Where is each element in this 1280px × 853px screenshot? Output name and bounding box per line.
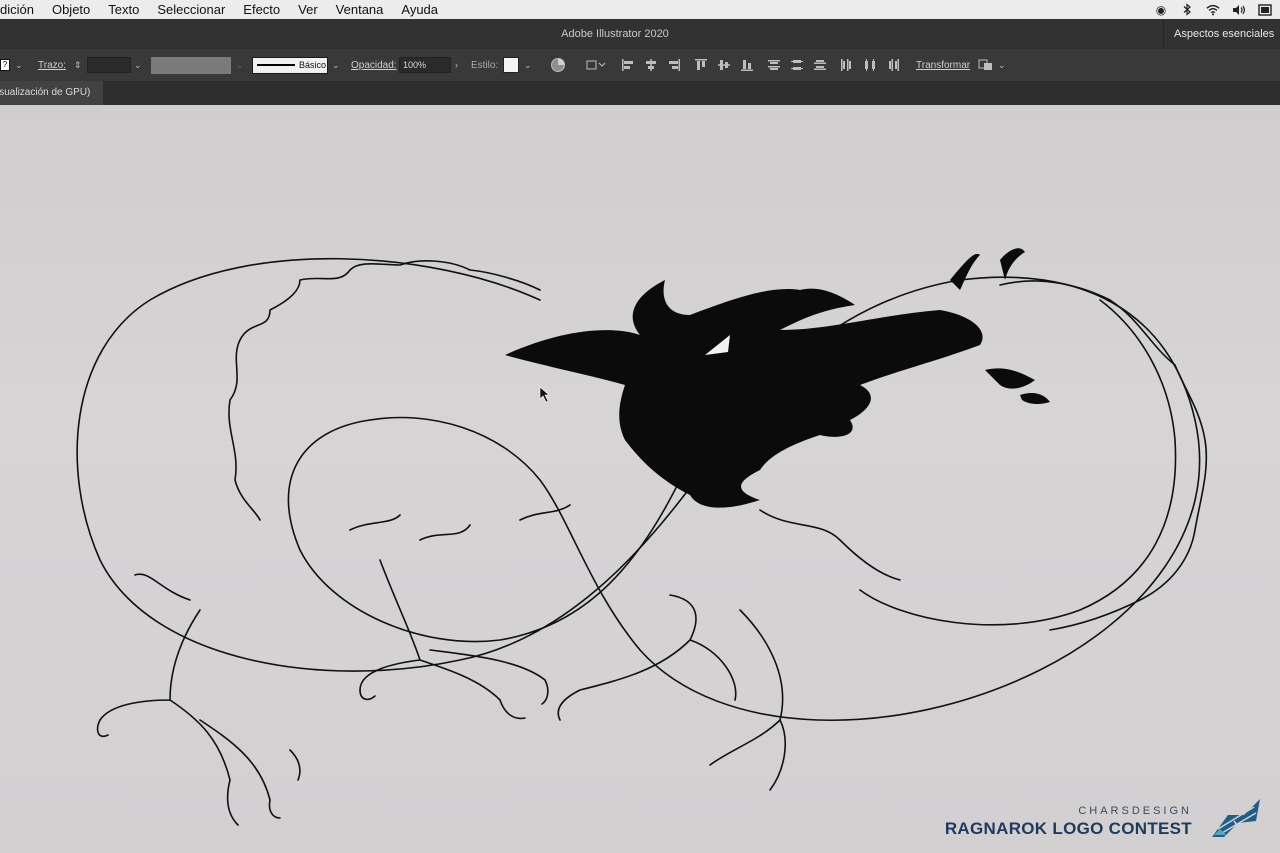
dragon-body-inner-loop xyxy=(287,419,681,643)
menu-bar: dición Objeto Texto Seleccionar Efecto V… xyxy=(0,0,1280,19)
align-horizontal-center-icon[interactable] xyxy=(644,49,658,81)
dragon-front-left-claws xyxy=(96,719,301,826)
dragon-far-rear-leg xyxy=(709,609,786,791)
document-tab[interactable]: isualización de GPU) xyxy=(0,81,103,105)
panel-menu-chevron-icon[interactable]: ⌄ xyxy=(998,49,1006,81)
menu-ventana[interactable]: Ventana xyxy=(336,2,384,17)
window-title: Adobe Illustrator 2020 xyxy=(561,28,669,40)
contest-branding: CHARSDESIGN RAGNAROK LOGO CONTEST xyxy=(945,805,1192,839)
dragon-middle-claws xyxy=(359,679,549,720)
align-top-icon[interactable] xyxy=(694,49,708,81)
style-label: Estilo: xyxy=(471,59,499,71)
dragon-middle-leg xyxy=(359,559,546,701)
bluetooth-icon[interactable] xyxy=(1180,3,1194,16)
align-left-icon[interactable] xyxy=(621,49,635,81)
workspace-switcher[interactable]: Aspectos esenciales xyxy=(1163,19,1280,49)
dragon-left-flames xyxy=(228,339,261,521)
artboard-canvas[interactable]: CHARSDESIGN RAGNAROK LOGO CONTEST xyxy=(0,105,1280,853)
opacity-label[interactable]: Opacidad: xyxy=(351,49,397,81)
brush-chevron-icon[interactable]: ⌄ xyxy=(332,49,340,81)
brush-definition-field[interactable]: Básico xyxy=(252,56,328,74)
menu-edicion[interactable]: dición xyxy=(0,2,34,17)
app-title-bar: Adobe Illustrator 2020 Aspectos esencial… xyxy=(0,19,1280,49)
menu-ayuda[interactable]: Ayuda xyxy=(401,2,438,17)
dragon-artwork[interactable] xyxy=(0,105,1280,853)
distribute-bottom-icon[interactable] xyxy=(813,49,827,81)
distribute-left-icon[interactable] xyxy=(840,49,854,81)
distribute-horizontal-center-icon[interactable] xyxy=(863,49,877,81)
stroke-label[interactable]: Trazo: xyxy=(38,49,66,81)
menu-efecto[interactable]: Efecto xyxy=(243,2,280,17)
brand-title: RAGNAROK LOGO CONTEST xyxy=(944,819,1192,838)
menu-ver[interactable]: Ver xyxy=(298,2,318,17)
align-right-icon[interactable] xyxy=(667,49,681,81)
opacity-field[interactable]: 100% xyxy=(399,57,451,73)
variable-width-profile[interactable] xyxy=(151,56,231,74)
stroke-weight-field[interactable] xyxy=(87,57,131,73)
document-tab-label: isualización de GPU) xyxy=(0,87,91,98)
dragon-belly-flames xyxy=(759,509,901,581)
transform-link[interactable]: Transformar xyxy=(916,49,970,81)
style-chevron-icon[interactable]: ⌄ xyxy=(524,49,532,81)
document-tab-bar: isualización de GPU) xyxy=(0,81,1280,105)
stroke-stepper-icon[interactable]: ⇕ xyxy=(74,49,82,81)
dragon-tail-spikes xyxy=(349,504,571,541)
align-bottom-icon[interactable] xyxy=(740,49,754,81)
distribute-top-icon[interactable] xyxy=(767,49,781,81)
distribute-right-icon[interactable] xyxy=(886,49,900,81)
brush-stroke-preview xyxy=(257,64,295,66)
menu-objeto[interactable]: Objeto xyxy=(52,2,90,17)
charsdesign-logo-icon xyxy=(1212,799,1260,837)
dragon-back-flames xyxy=(239,260,541,341)
profile-chevron-icon[interactable]: ⌄ xyxy=(236,49,244,81)
align-vertical-center-icon[interactable] xyxy=(717,49,731,81)
brush-label: Básico xyxy=(299,60,327,70)
brand-subtitle: CHARSDESIGN xyxy=(1078,805,1192,817)
display-icon[interactable] xyxy=(1258,3,1272,16)
wifi-icon[interactable] xyxy=(1206,4,1220,16)
mouse-cursor-icon xyxy=(539,386,550,403)
record-icon[interactable]: ◉ xyxy=(1154,3,1168,17)
control-bar: ? ⌄ Trazo: ⇕ ⌄ ⌄ Básico ⌄ Opacidad: 100%… xyxy=(0,49,1280,81)
dragon-head-silhouette xyxy=(505,248,1050,508)
menu-texto[interactable]: Texto xyxy=(108,2,139,17)
dragon-front-left-leg xyxy=(99,573,271,801)
distribute-vertical-center-icon[interactable] xyxy=(790,49,804,81)
isolate-object-icon[interactable] xyxy=(978,49,994,81)
fill-dropdown-chevron-icon[interactable]: ⌄ xyxy=(15,49,23,81)
recolor-artwork-icon[interactable] xyxy=(550,49,566,81)
stroke-weight-chevron-icon[interactable]: ⌄ xyxy=(134,49,142,81)
align-to-selection-icon[interactable] xyxy=(586,49,608,81)
menu-seleccionar[interactable]: Seleccionar xyxy=(157,2,225,17)
graphic-style-swatch[interactable] xyxy=(503,57,519,73)
fill-swatch[interactable]: ? xyxy=(0,49,11,81)
volume-icon[interactable] xyxy=(1232,4,1246,16)
opacity-arrow-icon[interactable]: › xyxy=(455,49,458,81)
